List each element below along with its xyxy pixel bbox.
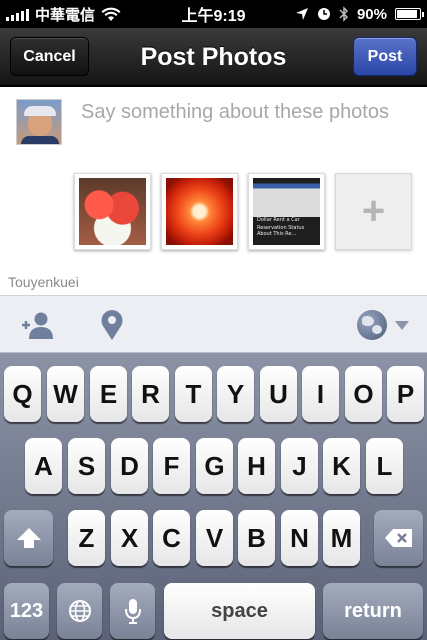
key-q[interactable]: Q [4,366,41,422]
key-z[interactable]: Z [68,510,105,566]
bluetooth-icon [339,6,349,22]
battery-level [397,10,417,18]
post-button[interactable]: Post [353,37,417,76]
alarm-clock-icon [317,8,330,20]
key-j[interactable]: J [281,438,318,494]
microphone-icon [124,599,141,624]
key-u[interactable]: U [260,366,297,422]
photo-thumbnail[interactable] [161,173,238,250]
key-v[interactable]: V [196,510,233,566]
shift-key[interactable] [4,510,53,566]
status-bar: 中華電信 上午9:19 90% [0,0,427,28]
compose-toolbar [0,295,427,353]
chevron-down-icon [395,320,409,330]
key-p[interactable]: P [387,366,424,422]
globe-key[interactable] [57,583,102,639]
username: Touyenkuei [8,274,79,290]
key-n[interactable]: N [281,510,318,566]
avatar [16,99,62,145]
navigation-bar: Post Photos Cancel Post [0,28,427,86]
backspace-key[interactable] [374,510,423,566]
screenshot-photo: Dollar Rent a Car Reservation Status Abo… [253,178,320,245]
key-y[interactable]: Y [217,366,254,422]
return-key[interactable]: return [323,583,423,639]
caption-input[interactable]: Say something about these photos [81,101,389,124]
numbers-key[interactable]: 123 [4,583,49,639]
backspace-icon [384,529,412,547]
location-pin-icon[interactable] [99,309,125,341]
cancel-button[interactable]: Cancel [10,37,89,76]
key-x[interactable]: X [111,510,148,566]
key-e[interactable]: E [90,366,127,422]
key-w[interactable]: W [47,366,84,422]
key-t[interactable]: T [175,366,212,422]
key-r[interactable]: R [132,366,169,422]
add-photo-button[interactable]: + [335,173,412,250]
photo-text: Dollar Rent a Car [257,217,300,223]
key-o[interactable]: O [345,366,382,422]
status-right: 90% [295,0,424,28]
key-m[interactable]: M [323,510,360,566]
photo-thumbnail[interactable]: Dollar Rent a Car Reservation Status Abo… [248,173,325,250]
orange-photo [166,178,233,245]
battery-icon [395,8,424,20]
space-key[interactable]: space [164,583,315,639]
privacy-selector[interactable] [357,310,413,340]
key-d[interactable]: D [111,438,148,494]
key-s[interactable]: S [68,438,105,494]
shift-arrow-icon [16,528,41,548]
compose-area: Say something about these photos Dollar … [0,87,427,295]
key-k[interactable]: K [323,438,360,494]
keyboard-globe-icon [68,600,91,622]
keyboard: Q W E R T Y U I O P A S D F G H J K L Z … [0,353,427,640]
battery-percent: 90% [356,5,387,23]
key-l[interactable]: L [366,438,403,494]
photo-text: Reservation Status About This Re... [257,225,305,237]
key-b[interactable]: B [238,510,275,566]
key-i[interactable]: I [302,366,339,422]
key-c[interactable]: C [153,510,190,566]
key-g[interactable]: G [196,438,233,494]
dictation-key[interactable] [110,583,155,639]
watermelon-photo [79,178,146,245]
photo-strip: Dollar Rent a Car Reservation Status Abo… [74,173,412,250]
globe-icon [357,310,387,340]
key-a[interactable]: A [25,438,62,494]
tag-person-icon[interactable] [20,310,54,340]
key-h[interactable]: H [238,438,275,494]
key-f[interactable]: F [153,438,190,494]
photo-thumbnail[interactable] [74,173,151,250]
location-arrow-icon [295,8,308,20]
